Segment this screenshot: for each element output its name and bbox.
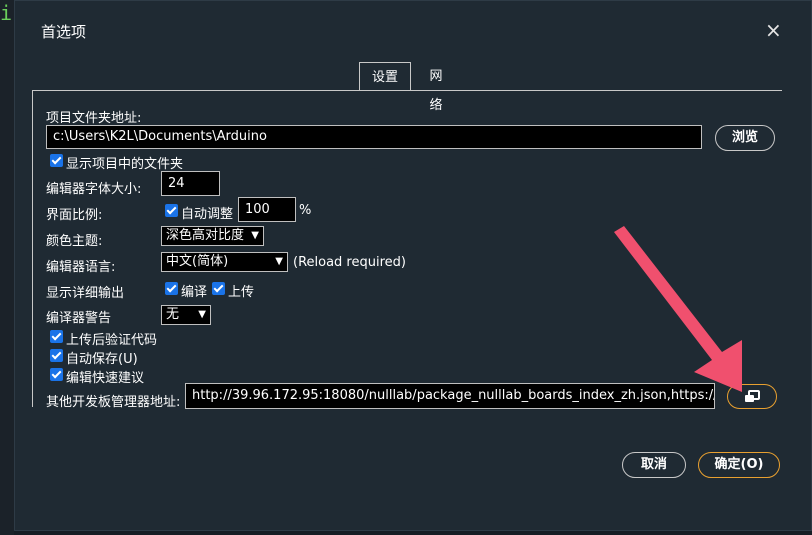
ok-button[interactable]: 确定(O) bbox=[698, 452, 780, 478]
language-select-value: 中文(简体) bbox=[166, 254, 229, 269]
theme-select-value: 深色高对比度 bbox=[166, 228, 245, 243]
preferences-dialog: 首选项 × 设置 网络 项目文件夹地址: c:\Users\K2L\Docume… bbox=[14, 0, 812, 531]
theme-label: 颜色主题: bbox=[46, 234, 103, 249]
dialog-title: 首选项 bbox=[41, 23, 87, 41]
auto-scale-label: 自动调整 bbox=[181, 207, 234, 222]
chevron-down-icon: ▼ bbox=[251, 230, 259, 241]
font-size-input[interactable]: 24 bbox=[161, 171, 220, 196]
scale-label: 界面比例: bbox=[46, 208, 103, 223]
font-size-label: 编辑器字体大小: bbox=[46, 182, 142, 197]
quick-suggestions-checkbox[interactable] bbox=[50, 368, 63, 381]
show-files-checkbox[interactable] bbox=[50, 154, 63, 167]
language-label: 编辑器语言: bbox=[46, 260, 116, 275]
browse-button[interactable]: 浏览 bbox=[715, 125, 775, 151]
show-files-label: 显示项目中的文件夹 bbox=[66, 157, 184, 172]
warnings-select[interactable]: 无 ▼ bbox=[161, 305, 211, 325]
verbose-upload-checkbox[interactable] bbox=[212, 282, 225, 295]
autosave-label: 自动保存(U) bbox=[66, 352, 138, 367]
board-urls-edit-button[interactable] bbox=[727, 384, 777, 409]
scale-input[interactable]: 100 bbox=[238, 197, 296, 222]
background-code: is bbox=[0, 2, 14, 24]
tab-network[interactable]: 网络 bbox=[413, 62, 459, 113]
open-window-icon bbox=[745, 390, 760, 402]
board-urls-input[interactable]: http://39.96.172.95:18080/nulllab/packag… bbox=[185, 383, 715, 409]
editor-background bbox=[0, 0, 14, 535]
sketchbook-path-input[interactable]: c:\Users\K2L\Documents\Arduino bbox=[46, 125, 702, 149]
close-icon[interactable]: × bbox=[765, 19, 782, 41]
chevron-down-icon: ▼ bbox=[198, 309, 206, 320]
verify-after-upload-checkbox[interactable] bbox=[50, 330, 63, 343]
verbose-upload-label: 上传 bbox=[228, 285, 255, 300]
chevron-down-icon: ▼ bbox=[275, 256, 283, 267]
tabs-divider bbox=[32, 90, 782, 91]
board-urls-label: 其他开发板管理器地址: bbox=[46, 395, 181, 410]
sketchbook-label: 项目文件夹地址: bbox=[46, 111, 142, 126]
autosave-checkbox[interactable] bbox=[50, 349, 63, 362]
verbose-compile-label: 编译 bbox=[181, 285, 208, 300]
verbose-compile-checkbox[interactable] bbox=[165, 282, 178, 295]
quick-suggestions-label: 编辑快速建议 bbox=[66, 371, 145, 386]
tab-settings[interactable]: 设置 bbox=[359, 62, 411, 91]
panel-left-border bbox=[32, 91, 33, 407]
verify-after-upload-label: 上传后验证代码 bbox=[66, 333, 158, 348]
scale-unit: % bbox=[299, 203, 312, 218]
theme-select[interactable]: 深色高对比度 ▼ bbox=[161, 226, 264, 246]
language-select[interactable]: 中文(简体) ▼ bbox=[161, 252, 288, 272]
auto-scale-checkbox[interactable] bbox=[165, 204, 178, 217]
warnings-select-value: 无 bbox=[166, 307, 180, 322]
warnings-label: 编译器警告 bbox=[46, 311, 112, 326]
language-note: (Reload required) bbox=[293, 255, 406, 270]
verbose-label: 显示详细输出 bbox=[46, 286, 125, 301]
cancel-button[interactable]: 取消 bbox=[622, 452, 686, 478]
